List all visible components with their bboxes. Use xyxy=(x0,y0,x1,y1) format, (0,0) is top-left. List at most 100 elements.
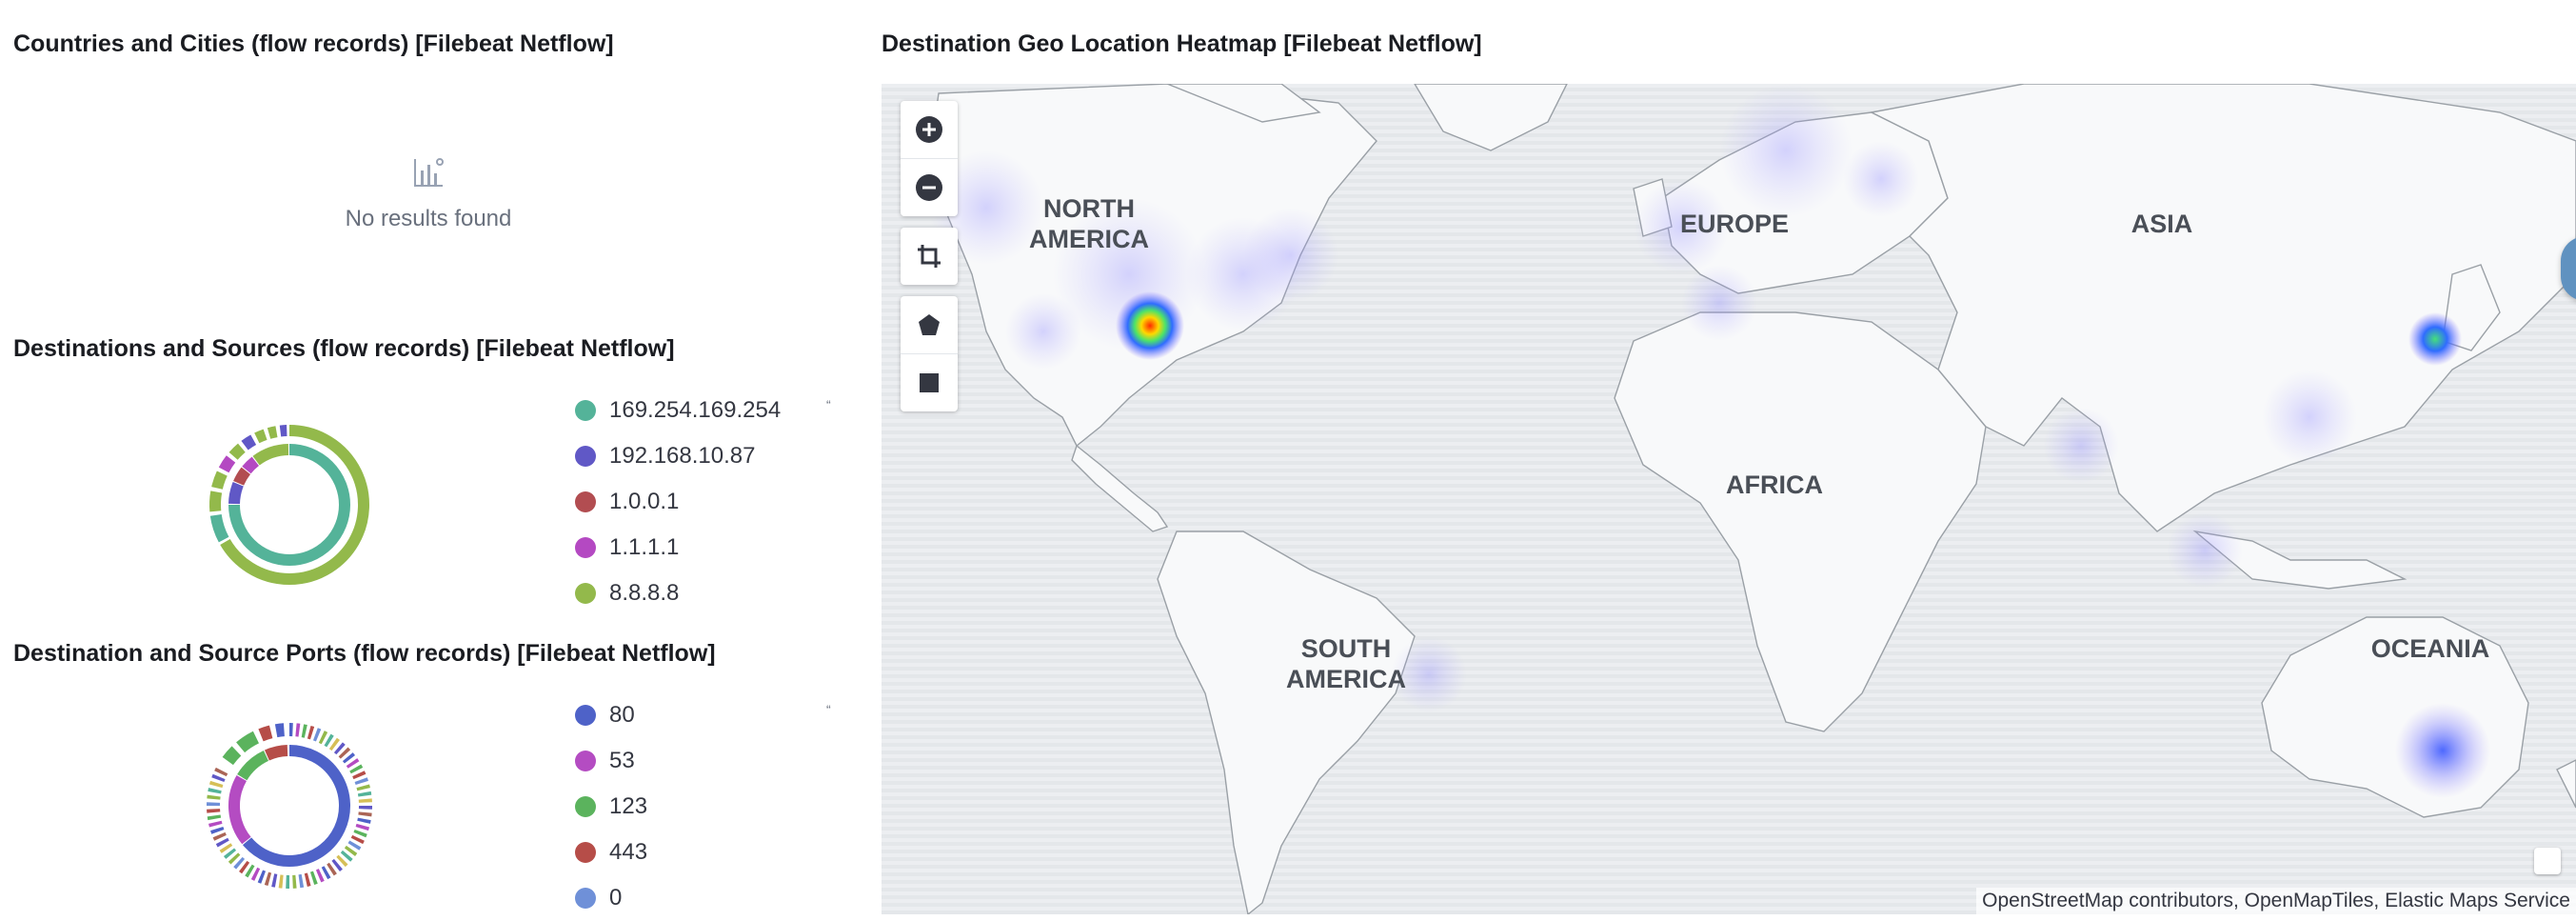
legend-label: 443 xyxy=(609,839,647,866)
donut-outer-segment xyxy=(214,790,215,792)
svg-text:AMERICA: AMERICA xyxy=(1286,665,1406,693)
ports-legend-item[interactable]: 80 xyxy=(575,692,647,738)
donut-outer-segment xyxy=(218,776,219,779)
donut-outer-segment xyxy=(299,881,302,882)
region-label: NORTH xyxy=(1043,194,1135,223)
donut-outer-segment xyxy=(341,860,344,862)
donut-outer-segment xyxy=(269,431,277,433)
donut-outer-segment xyxy=(229,852,231,855)
svg-text:SOUTH: SOUTH xyxy=(1301,634,1392,663)
legend-color-swatch xyxy=(575,796,596,817)
donut-outer-segment xyxy=(243,866,246,868)
no-results-text: No results found xyxy=(343,206,514,232)
donut-outer-segment xyxy=(241,737,256,748)
legend-label: 169.254.169.254 xyxy=(609,397,781,424)
donut-outer-segment xyxy=(338,748,341,750)
donut-outer-segment xyxy=(352,762,354,765)
donut-outer-segment xyxy=(216,783,217,786)
chart-empty-icon xyxy=(411,155,446,190)
donut-outer-segment xyxy=(220,771,222,773)
donut-inner-segment xyxy=(247,461,255,470)
donut-inner-segment xyxy=(234,778,247,841)
donut-outer-segment xyxy=(347,757,349,760)
destinations-legend-item[interactable]: 192.168.10.87 xyxy=(575,433,781,479)
legend-color-swatch xyxy=(575,446,596,467)
donut-outer-segment xyxy=(361,780,362,783)
donut-outer-segment xyxy=(215,491,216,511)
svg-text:AMERICA: AMERICA xyxy=(1029,225,1149,253)
donut-outer-segment xyxy=(254,873,257,875)
geo-heatmap[interactable]: NORTH AMERICA EUROPE ASIA AFRICA SOUTH A… xyxy=(882,84,2576,914)
destinations-legend: 169.254.169.254 192.168.10.871.0.0.1 1.1.1… xyxy=(575,388,781,616)
destinations-donut-chart[interactable] xyxy=(204,419,375,591)
donut-inner-segment xyxy=(248,751,345,861)
destinations-legend-item[interactable]: 1.1.1.1 xyxy=(575,525,781,571)
ports-legend-item[interactable]: 53 xyxy=(575,738,647,784)
map-layer-toggle-button[interactable] xyxy=(2534,848,2561,874)
donut-outer-segment xyxy=(217,829,218,831)
donut-outer-segment xyxy=(346,854,347,857)
legend-color-swatch xyxy=(575,491,596,512)
donut-outer-segment xyxy=(228,751,236,761)
donut-outer-segment xyxy=(217,473,222,488)
donut-outer-segment xyxy=(233,448,242,456)
donut-outer-segment xyxy=(257,434,266,438)
donut-outer-segment xyxy=(276,730,284,731)
legend-color-swatch xyxy=(575,705,596,726)
legend-toggle-button[interactable]: “ xyxy=(826,705,831,714)
svg-text:AFRICA: AFRICA xyxy=(1726,471,1823,499)
donut-outer-segment xyxy=(219,835,220,838)
donut-outer-segment xyxy=(248,870,251,871)
destinations-legend-item[interactable]: 8.8.8.8 xyxy=(575,571,781,616)
donut-outer-segment xyxy=(226,847,228,850)
ports-legend-item[interactable]: 443 xyxy=(575,830,647,875)
donut-outer-segment xyxy=(327,740,330,742)
donut-outer-segment xyxy=(349,850,351,852)
destinations-legend-item[interactable]: 1.0.0.1 xyxy=(575,479,781,525)
donut-outer-segment xyxy=(267,878,269,879)
donut-inner-segment xyxy=(242,755,266,777)
rectangle-icon[interactable] xyxy=(901,353,958,411)
donut-outer-segment xyxy=(353,844,355,847)
legend-toggle-button[interactable]: “ xyxy=(826,400,831,410)
donut-outer-segment xyxy=(222,841,224,844)
donut-outer-segment xyxy=(261,731,271,734)
polygon-icon[interactable] xyxy=(901,296,958,353)
donut-outer-segment xyxy=(365,792,366,795)
donut-outer-segment xyxy=(315,734,318,735)
destinations-legend-item[interactable]: 169.254.169.254 xyxy=(575,388,781,433)
donut-outer-segment xyxy=(364,819,365,822)
donut-outer-segment xyxy=(312,877,315,878)
zoom-out-icon[interactable] xyxy=(901,158,958,216)
ports-legend: 80 53123 443 0 xyxy=(575,692,647,921)
donut-outer-segment xyxy=(360,831,361,834)
zoom-in-icon[interactable] xyxy=(901,101,958,158)
donut-outer-segment xyxy=(330,869,333,871)
donut-outer-segment xyxy=(216,515,224,540)
donut-outer-segment xyxy=(333,743,336,745)
map-toolbar xyxy=(901,101,958,423)
donut-outer-segment xyxy=(245,440,253,446)
svg-text:EUROPE: EUROPE xyxy=(1680,210,1789,238)
donut-outer-segment xyxy=(306,879,308,880)
legend-label: 80 xyxy=(609,702,635,729)
donut-outer-segment xyxy=(336,864,339,866)
legend-label: 8.8.8.8 xyxy=(609,580,679,607)
crop-icon[interactable] xyxy=(901,228,958,285)
donut-outer-segment xyxy=(273,880,276,881)
legend-label: 0 xyxy=(609,885,622,911)
donut-outer-segment xyxy=(233,857,235,860)
donut-outer-segment xyxy=(238,862,241,864)
donut-inner-segment xyxy=(267,751,287,755)
ports-panel-title: Destination and Source Ports (flow recor… xyxy=(13,640,716,668)
donut-inner-segment xyxy=(239,471,247,483)
donut-outer-segment xyxy=(322,736,325,738)
map-attribution[interactable]: OpenStreetMap contributors, OpenMapTiles… xyxy=(1976,888,2576,914)
legend-color-swatch xyxy=(575,751,596,771)
donut-inner-segment xyxy=(234,484,238,504)
ports-donut-chart[interactable] xyxy=(204,720,375,891)
legend-label: 1.1.1.1 xyxy=(609,534,679,561)
legend-color-swatch xyxy=(575,888,596,909)
legend-color-swatch xyxy=(575,583,596,604)
ports-legend-item[interactable]: 123 xyxy=(575,784,647,830)
